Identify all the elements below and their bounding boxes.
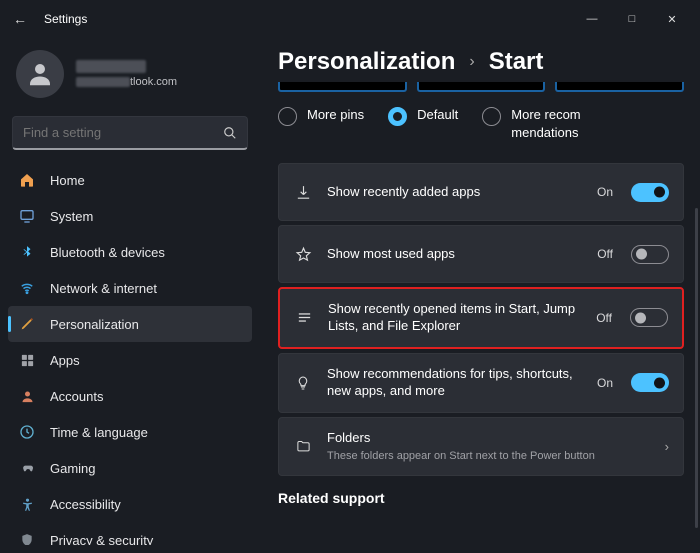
scrollbar[interactable] [695,208,698,528]
breadcrumb-parent[interactable]: Personalization [278,48,455,76]
layout-card[interactable] [278,82,407,92]
system-icon [18,207,36,225]
setting-recent-items[interactable]: Show recently opened items in Start, Jum… [278,287,684,349]
home-icon [18,171,36,189]
gaming-icon [18,459,36,477]
breadcrumb-current: Start [489,48,544,76]
window-title: Settings [44,12,87,26]
bluetooth-icon [18,243,36,261]
folder-icon [293,436,313,456]
content-area: Personalization › Start More pins Defaul… [260,38,700,553]
breadcrumb: Personalization › Start [278,48,684,76]
nav-label: Home [50,173,85,188]
setting-label: Show recently opened items in Start, Jum… [328,301,582,335]
profile-email: tlook.com [76,76,177,88]
setting-recommendations[interactable]: Show recommendations for tips, shortcuts… [278,353,684,413]
setting-label: Folders [327,430,645,447]
radio-label: More pins [307,106,364,124]
nav-gaming[interactable]: Gaming [8,450,252,486]
apps-icon [18,351,36,369]
sidebar: tlook.com Home System Bluetooth & device… [0,38,260,553]
download-icon [293,182,313,202]
radio-more-recommendations[interactable]: More recommendations [482,106,586,141]
profile-block[interactable]: tlook.com [8,38,252,116]
wifi-icon [18,279,36,297]
avatar [16,50,64,98]
nav-network[interactable]: Network & internet [8,270,252,306]
toggle-state: Off [597,247,613,261]
toggle-switch[interactable] [631,183,669,202]
toggle-state: Off [596,311,612,325]
setting-label: Show most used apps [327,246,583,263]
nav-label: Apps [50,353,80,368]
setting-folders[interactable]: Folders These folders appear on Start ne… [278,417,684,476]
search-box[interactable] [12,116,248,150]
layout-card[interactable] [555,82,684,92]
setting-label: Show recently added apps [327,184,583,201]
layout-preview-bar [278,82,684,92]
toggle-state: On [597,376,613,390]
nav-apps[interactable]: Apps [8,342,252,378]
toggle-state: On [597,185,613,199]
maximize-button[interactable]: □ [612,4,652,34]
profile-name-redacted [76,60,146,73]
radio-label: More recommendations [511,106,586,141]
setting-label: Show recommendations for tips, shortcuts… [327,366,583,400]
radio-circle-icon [388,107,407,126]
nav-label: Privacy & security [50,533,153,546]
nav-bluetooth[interactable]: Bluetooth & devices [8,234,252,270]
nav-personalization[interactable]: Personalization [8,306,252,342]
setting-sublabel: These folders appear on Start next to th… [327,449,645,463]
accessibility-icon [18,495,36,513]
search-icon [223,126,237,140]
close-button[interactable]: ✕ [652,4,692,34]
nav-accounts[interactable]: Accounts [8,378,252,414]
related-support-heading: Related support [278,490,684,506]
search-input[interactable] [23,125,223,140]
nav-label: Gaming [50,461,96,476]
nav-time[interactable]: Time & language [8,414,252,450]
nav-accessibility[interactable]: Accessibility [8,486,252,522]
nav-label: Accessibility [50,497,121,512]
nav-home[interactable]: Home [8,162,252,198]
back-button[interactable]: ← [8,11,32,27]
radio-circle-icon [482,107,501,126]
setting-recent-apps[interactable]: Show recently added apps On [278,163,684,221]
nav-label: Accounts [50,389,103,404]
nav-label: Bluetooth & devices [50,245,165,260]
minimize-button[interactable]: ― [572,4,612,34]
lightbulb-icon [293,373,313,393]
radio-default[interactable]: Default [388,106,458,126]
radio-circle-icon [278,107,297,126]
radio-more-pins[interactable]: More pins [278,106,364,126]
nav-label: Personalization [50,317,139,332]
shield-icon [18,531,36,545]
nav-privacy[interactable]: Privacy & security [8,522,252,545]
setting-most-used[interactable]: Show most used apps Off [278,225,684,283]
radio-label: Default [417,106,458,124]
nav-label: Network & internet [50,281,157,296]
toggle-switch[interactable] [630,308,668,327]
toggle-switch[interactable] [631,245,669,264]
nav-label: System [50,209,93,224]
clock-icon [18,423,36,441]
paint-icon [18,315,36,333]
chevron-right-icon: › [665,439,669,454]
toggle-switch[interactable] [631,373,669,392]
nav-system[interactable]: System [8,198,252,234]
accounts-icon [18,387,36,405]
chevron-right-icon: › [469,53,474,71]
nav-label: Time & language [50,425,148,440]
layout-card[interactable] [417,82,546,92]
list-icon [294,308,314,328]
star-icon [293,244,313,264]
